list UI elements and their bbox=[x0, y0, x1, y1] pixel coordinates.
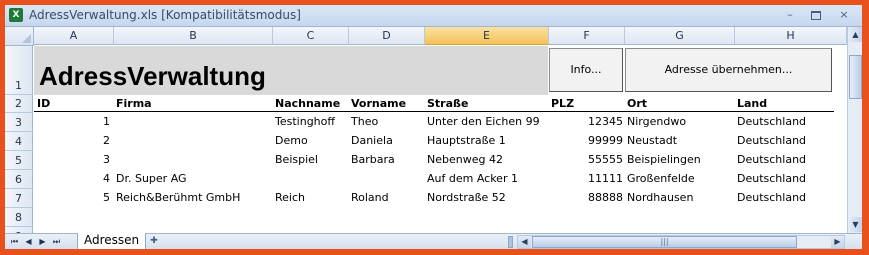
cell-nachname[interactable]: Beispiel bbox=[275, 151, 318, 169]
column-header-h[interactable]: H bbox=[735, 27, 847, 45]
cell-land[interactable]: Deutschland bbox=[737, 132, 806, 150]
cell-plz[interactable]: 11111 bbox=[549, 170, 623, 188]
minimize-button[interactable]: – bbox=[777, 6, 803, 24]
cell-firma[interactable]: Reich&Berühmt GmbH bbox=[116, 189, 240, 207]
first-sheet-icon[interactable]: ⏮ bbox=[9, 235, 20, 249]
row-header-1[interactable]: 1 bbox=[5, 46, 33, 95]
column-header-g[interactable]: G bbox=[625, 27, 735, 45]
cell-strasse[interactable]: Hauptstraße 1 bbox=[427, 132, 506, 150]
scroll-left-button[interactable]: ◀ bbox=[518, 236, 531, 248]
sheet-tab-bar: ⏮ ◀ ▶ ⏭ Adressen ✚ ◀ ||| ▶ bbox=[5, 233, 862, 249]
last-sheet-icon[interactable]: ⏭ bbox=[51, 235, 62, 249]
excel-icon[interactable]: X bbox=[9, 8, 23, 22]
cell-strasse[interactable]: Nebenweg 42 bbox=[427, 151, 503, 169]
header-underline bbox=[34, 111, 834, 112]
insert-sheet-icon[interactable]: ✚ bbox=[146, 235, 162, 248]
cell-ort[interactable]: Beispielingen bbox=[627, 151, 701, 169]
vertical-scrollbar[interactable]: ▲ ▼ bbox=[847, 27, 862, 233]
column-header-a[interactable]: A bbox=[34, 27, 114, 45]
cell-ort[interactable]: Großenfelde bbox=[627, 170, 695, 188]
cell-firma[interactable]: 2 bbox=[34, 132, 110, 150]
maximize-button[interactable] bbox=[803, 6, 829, 24]
cell-nachname[interactable]: Testinghoff bbox=[275, 113, 335, 131]
scroll-down-button[interactable]: ▼ bbox=[849, 217, 862, 232]
cell-id[interactable]: 5 bbox=[34, 189, 110, 207]
cell-strasse[interactable]: Auf dem Acker 1 bbox=[427, 170, 518, 188]
cell-firma[interactable]: Dr. Super AG bbox=[116, 170, 187, 188]
cell-nachname[interactable]: Reich bbox=[275, 189, 305, 207]
column-header-f[interactable]: F bbox=[549, 27, 625, 45]
cell-ort[interactable]: Neustadt bbox=[627, 132, 677, 150]
cell-firma[interactable]: 3 bbox=[34, 151, 110, 169]
cell-land[interactable]: Deutschland bbox=[737, 113, 806, 131]
cell-strasse[interactable]: Unter den Eichen 99 bbox=[427, 113, 540, 131]
cell-ort[interactable]: Nordhausen bbox=[627, 189, 693, 207]
cell-strasse[interactable]: Nordstraße 52 bbox=[427, 189, 506, 207]
cell-nachname[interactable]: Demo bbox=[275, 132, 308, 150]
cell-vorname[interactable]: Roland bbox=[351, 189, 389, 207]
scroll-up-button[interactable]: ▲ bbox=[849, 27, 862, 42]
maximize-icon bbox=[811, 10, 821, 20]
cell-plz[interactable]: 12345 bbox=[549, 113, 623, 131]
row-header-8[interactable]: 8 bbox=[5, 208, 33, 227]
column-header-d[interactable]: D bbox=[349, 27, 425, 45]
cell-land[interactable]: Deutschland bbox=[737, 189, 806, 207]
info-button[interactable]: Info... bbox=[549, 48, 623, 92]
cell-land[interactable]: Deutschland bbox=[737, 170, 806, 188]
cell-plz[interactable]: 99999 bbox=[549, 132, 623, 150]
vertical-scroll-thumb[interactable] bbox=[849, 55, 862, 99]
spreadsheet-grid[interactable]: A B C D E F G H 1 2 3 4 5 6 7 8 9 Adress… bbox=[5, 27, 847, 233]
row-header-2[interactable]: 2 bbox=[5, 95, 33, 113]
horizontal-scrollbar[interactable]: ◀ ||| ▶ bbox=[517, 235, 845, 249]
horizontal-scroll-thumb[interactable]: ||| bbox=[532, 236, 797, 248]
row-header-5[interactable]: 5 bbox=[5, 151, 33, 170]
column-header-b[interactable]: B bbox=[114, 27, 273, 45]
cell-ort[interactable]: Nirgendwo bbox=[627, 113, 686, 131]
cell-plz[interactable]: 55555 bbox=[549, 151, 623, 169]
window-title: AdressVerwaltung.xls [Kompatibilitätsmod… bbox=[29, 8, 301, 22]
cell-plz[interactable]: 88888 bbox=[549, 189, 623, 207]
row-header-4[interactable]: 4 bbox=[5, 132, 33, 151]
select-all-corner[interactable] bbox=[5, 27, 34, 46]
column-header-c[interactable]: C bbox=[273, 27, 349, 45]
sheet-headline: AdressVerwaltung bbox=[39, 61, 266, 91]
cell-vorname[interactable]: Barbara bbox=[351, 151, 395, 169]
close-button[interactable]: × bbox=[831, 6, 857, 24]
row-header-7[interactable]: 7 bbox=[5, 189, 33, 208]
title-bar: X AdressVerwaltung.xls [Kompatibilitätsm… bbox=[5, 5, 862, 27]
cell-vorname[interactable]: Theo bbox=[351, 113, 378, 131]
cell-vorname[interactable]: Daniela bbox=[351, 132, 393, 150]
row-header-3[interactable]: 3 bbox=[5, 113, 33, 132]
scroll-right-button[interactable]: ▶ bbox=[831, 236, 844, 248]
prev-sheet-icon[interactable]: ◀ bbox=[23, 235, 34, 249]
tab-splitter[interactable] bbox=[508, 236, 513, 248]
excel-window: X AdressVerwaltung.xls [Kompatibilitätsm… bbox=[5, 5, 862, 249]
row-header-6[interactable]: 6 bbox=[5, 170, 33, 189]
column-header-e[interactable]: E bbox=[425, 27, 549, 45]
cell-firma[interactable]: 1 bbox=[34, 113, 110, 131]
sheet-tab-adressen[interactable]: Adressen bbox=[77, 233, 147, 249]
next-sheet-icon[interactable]: ▶ bbox=[37, 235, 48, 249]
apply-address-button[interactable]: Adresse übernehmen... bbox=[625, 48, 832, 92]
cell-land[interactable]: Deutschland bbox=[737, 151, 806, 169]
cell-id[interactable]: 4 bbox=[34, 170, 110, 188]
